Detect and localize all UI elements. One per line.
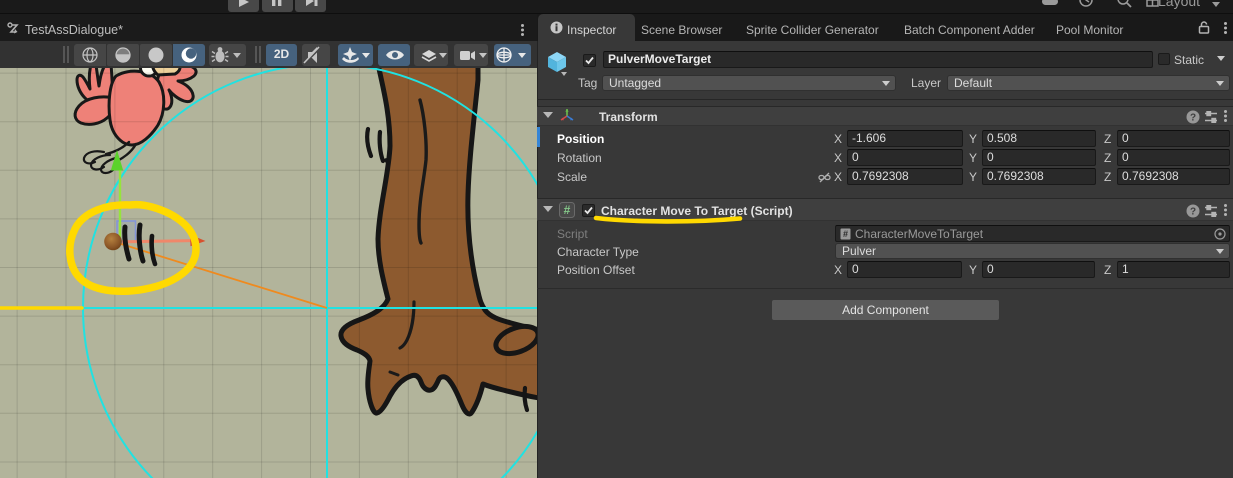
svg-text:?: ? xyxy=(1190,207,1196,218)
svg-text:?: ? xyxy=(1190,113,1196,124)
svg-text:#: # xyxy=(564,203,571,217)
svg-text:#: # xyxy=(843,229,848,239)
